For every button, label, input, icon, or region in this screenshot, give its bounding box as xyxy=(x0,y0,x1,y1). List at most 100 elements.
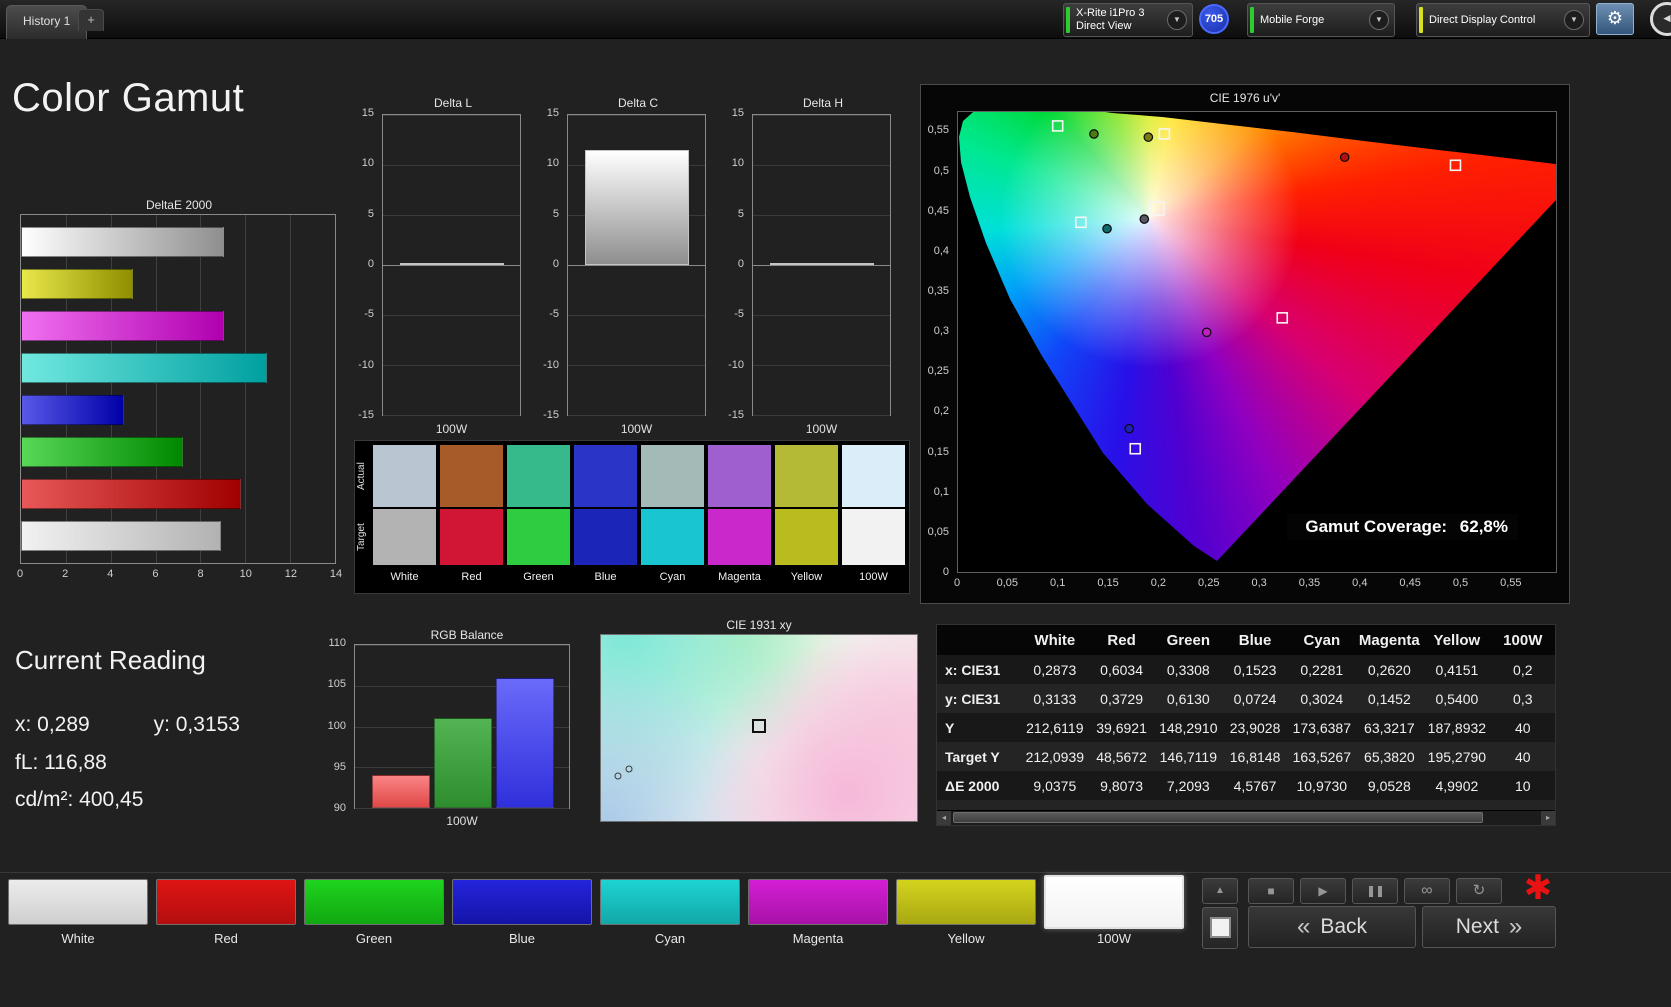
rgb-gridline xyxy=(355,808,569,809)
deltae-x-tick-label: 12 xyxy=(285,568,297,580)
scrollbar-thumb[interactable] xyxy=(953,812,1483,823)
current-reading-panel: Current Reading x: 0,289 y: 0,3153 fL: 1… xyxy=(15,645,206,676)
delta-bar xyxy=(400,263,504,265)
cie-1931-marker xyxy=(752,719,766,733)
pattern-100w-button[interactable] xyxy=(1044,875,1184,929)
table-column-header-magenta: Magenta xyxy=(1355,625,1423,655)
pattern-green-button[interactable] xyxy=(304,879,444,925)
delta-gridline xyxy=(753,315,890,316)
table-cell: 146,7119 xyxy=(1155,742,1222,771)
target-row-label: Target xyxy=(356,509,370,565)
delta-gridline xyxy=(753,365,890,366)
table-cell: 0,2281 xyxy=(1288,655,1355,684)
cie-x-tick-label: 0 xyxy=(954,577,960,589)
chevron-down-icon[interactable]: ▼ xyxy=(1167,10,1187,30)
next-button[interactable]: Next » xyxy=(1422,906,1556,948)
pattern-cyan-button[interactable] xyxy=(600,879,740,925)
delta-y-tick-label: 15 xyxy=(732,107,744,119)
table-column-header-red: Red xyxy=(1089,625,1155,655)
actual-target-strip: Actual Target WhiteRedGreenBlueCyanMagen… xyxy=(354,440,910,594)
cie-point-yellow-measured xyxy=(1144,133,1152,141)
scroll-right-button[interactable]: ▸ xyxy=(1541,811,1555,825)
add-tab-button[interactable]: + xyxy=(78,9,104,31)
table-cell: 0,2 xyxy=(1491,655,1555,684)
delta-bar xyxy=(770,263,874,265)
tab-history-label: History 1 xyxy=(23,14,70,28)
pattern-blue-button[interactable] xyxy=(452,879,592,925)
swatch-target-yellow xyxy=(775,509,838,565)
panel-toggle-button[interactable]: ◄ xyxy=(1650,2,1671,36)
chevron-down-icon[interactable]: ▼ xyxy=(1369,10,1389,30)
table-cell: 9,0375 xyxy=(1021,771,1088,800)
cie-1976-plot: Gamut Coverage: 62,8% xyxy=(957,111,1557,573)
gamut-coverage-label: Gamut Coverage: xyxy=(1305,517,1447,536)
cie-1931-history-dot xyxy=(615,773,622,780)
deltae-x-tick-label: 4 xyxy=(107,568,113,580)
delta-gridline xyxy=(753,165,890,166)
display-control-dropdown[interactable]: Direct Display Control ▼ xyxy=(1416,3,1590,37)
table-cell: 163,5267 xyxy=(1288,742,1355,771)
pattern-scroll-up-button[interactable]: ▲ xyxy=(1202,878,1238,904)
measuring-asterisk-icon: ✱ xyxy=(1514,870,1562,906)
loop-button[interactable]: ↻ xyxy=(1456,878,1502,904)
deltae-gridline xyxy=(200,215,201,563)
display-dropdown-label: Direct Display Control xyxy=(1423,6,1564,34)
pattern-white-button[interactable] xyxy=(8,879,148,925)
swatch-target-100w xyxy=(842,509,905,565)
cie-y-tick-label: 0,55 xyxy=(928,124,949,136)
delta-gridline xyxy=(383,215,520,216)
cie-point-white-measured xyxy=(1140,215,1148,223)
deltae-bar-green xyxy=(21,437,183,467)
rgb-y-tick-label: 105 xyxy=(328,678,346,690)
tab-history-1[interactable]: History 1 xyxy=(6,5,87,39)
delta-gridline xyxy=(383,415,520,416)
page-title: Color Gamut xyxy=(12,76,244,121)
table-header-row: WhiteRedGreenBlueCyanMagentaYellow100W xyxy=(937,625,1555,655)
delta-y-tick-label: -15 xyxy=(728,409,744,421)
delta-y-tick-label: 5 xyxy=(368,208,374,220)
continuous-read-button[interactable]: ∞ xyxy=(1404,878,1450,904)
table-row: x: CIE310,28730,60340,33080,15230,22810,… xyxy=(937,655,1555,684)
pattern-yellow-button[interactable] xyxy=(896,879,1036,925)
table-cell: 0,4151 xyxy=(1423,655,1490,684)
delta-y-tick-label: -5 xyxy=(549,308,559,320)
delta-gridline xyxy=(383,315,520,316)
cie-y-tick-label: 0,1 xyxy=(934,486,949,498)
scroll-left-button[interactable]: ◂ xyxy=(937,811,951,825)
pattern-magenta-button[interactable] xyxy=(748,879,888,925)
delta-y-tick-label: -10 xyxy=(543,359,559,371)
cie-1931-panel: CIE 1931 xy xyxy=(598,618,920,824)
cie-point-green-measured xyxy=(1090,130,1098,138)
swatch-column-label: Green xyxy=(507,571,570,583)
cie-y-axis: 00,050,10,150,20,250,30,350,40,450,50,55 xyxy=(925,111,953,573)
delta-y-tick-label: 0 xyxy=(368,258,374,270)
table-cell: 9,0528 xyxy=(1355,771,1423,800)
chevron-down-icon[interactable]: ▼ xyxy=(1564,10,1584,30)
play-button[interactable]: ▶ xyxy=(1300,878,1346,904)
delta-y-tick-label: -15 xyxy=(358,409,374,421)
pattern-red-button[interactable] xyxy=(156,879,296,925)
table-column-header-100w: 100W xyxy=(1491,625,1555,655)
table-cell: 10,9730 xyxy=(1288,771,1355,800)
pause-button[interactable] xyxy=(1352,878,1398,904)
stop-button[interactable]: ■ xyxy=(1248,878,1294,904)
swatch-target-white xyxy=(373,509,436,565)
source-dropdown[interactable]: Mobile Forge ▼ xyxy=(1247,3,1395,37)
table-cell: 195,2790 xyxy=(1423,742,1490,771)
cie-point-white-target xyxy=(1151,202,1164,215)
cie-point-yellow-target xyxy=(1159,129,1169,139)
back-button[interactable]: « Back xyxy=(1248,906,1416,948)
cie-point-red-target xyxy=(1450,160,1460,170)
pattern-window-button[interactable] xyxy=(1202,907,1238,949)
delta-gridline xyxy=(568,415,705,416)
meter-dropdown[interactable]: X-Rite i1Pro 3 Direct View ▼ xyxy=(1063,3,1193,37)
table-cell: 63,3217 xyxy=(1355,713,1423,742)
cie-point-blue-target xyxy=(1130,444,1140,454)
meter-line1: X-Rite i1Pro 3 xyxy=(1076,7,1144,19)
swatch-target-cyan xyxy=(641,509,704,565)
table-horizontal-scrollbar[interactable]: ◂ ▸ xyxy=(937,810,1555,825)
gear-icon[interactable]: ⚙ xyxy=(1596,3,1634,35)
table-row-label: Target Y xyxy=(937,742,1021,771)
deltae-x-tick-label: 14 xyxy=(330,568,342,580)
deltae-x-tick-label: 10 xyxy=(240,568,252,580)
